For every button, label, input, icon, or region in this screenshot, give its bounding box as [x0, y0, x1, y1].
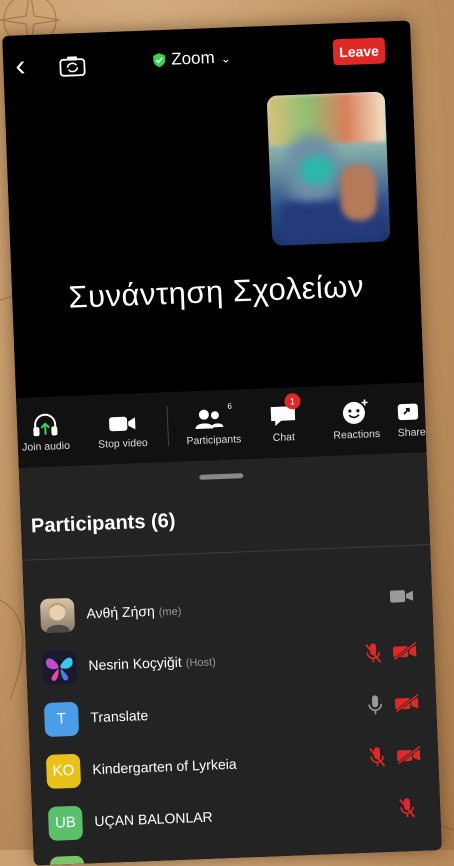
join-audio-button[interactable]: Join audio — [12, 396, 79, 468]
participant-name: Translate — [90, 707, 148, 725]
app-name: Zoom — [170, 48, 216, 69]
switch-camera-icon[interactable] — [59, 55, 86, 78]
leave-button[interactable]: Leave — [332, 37, 386, 66]
participant-tag: (Host) — [185, 656, 216, 670]
avatar: UB — [47, 805, 84, 841]
participant-name-text: Translate — [90, 707, 149, 726]
headphones-icon — [33, 413, 58, 437]
smiley-icon — [342, 399, 368, 424]
participant-name-text: Ανθή Ζήση — [86, 602, 156, 622]
video-off-icon — [395, 693, 419, 713]
avatar: T — [43, 701, 80, 738]
self-video-thumbnail[interactable] — [266, 91, 391, 246]
reactions-button[interactable]: Reactions — [320, 384, 393, 457]
shield-icon — [153, 53, 166, 68]
mic-muted-icon — [365, 643, 382, 663]
phone-screen: ‹ Zoom ⌄ Leave Συνάντηση Σχολείων Join a… — [2, 20, 442, 866]
mic-muted-icon — [369, 747, 386, 767]
participants-label: Participants — [186, 433, 242, 448]
mic-on-icon — [368, 695, 382, 715]
join-audio-label: Join audio — [21, 439, 71, 454]
participants-button[interactable]: 6 Participants — [174, 389, 253, 462]
participant-name: UÇAN BALONLAR — [94, 809, 213, 830]
chat-label: Chat — [272, 431, 296, 445]
meeting-info-dropdown[interactable]: Zoom ⌄ — [153, 47, 231, 70]
video-on-icon — [389, 590, 414, 603]
video-area — [4, 82, 424, 398]
panel-divider — [22, 544, 431, 561]
reactions-label: Reactions — [333, 427, 381, 442]
toolbar-divider — [166, 406, 170, 447]
participant-tag: (me) — [158, 605, 182, 619]
chevron-down-icon: ⌄ — [220, 51, 232, 66]
participant-name: Kindergarten of Lyrkeia — [92, 756, 237, 778]
participant-name-text: UÇAN BALONLAR — [94, 808, 213, 830]
participant-name-text: STAMOU IOANNA-6th KINDERGARTEN OF... — [96, 852, 365, 866]
chat-button[interactable]: Chat — [252, 387, 315, 459]
avatar — [39, 597, 76, 634]
avatar — [41, 649, 78, 686]
participant-name-text: Nesrin Koçyiğit — [88, 653, 183, 674]
back-icon[interactable]: ‹ — [15, 49, 26, 82]
participants-count: 6 — [227, 401, 232, 411]
stop-video-button[interactable]: Stop video — [84, 392, 161, 465]
video-off-icon — [393, 641, 417, 661]
avatar-photo — [46, 602, 71, 633]
share-icon — [397, 403, 419, 421]
video-off-icon — [397, 745, 421, 765]
butterfly-avatar-icon — [45, 657, 73, 681]
avatar: SI — [49, 855, 86, 866]
video-camera-icon — [109, 416, 136, 432]
participants-panel: Participants (6) Ανθή Ζήση (me) Nesrin K… — [18, 452, 442, 866]
participant-name: Nesrin Koçyiğit (Host) — [88, 652, 216, 674]
panel-title: Participants (6) — [30, 509, 176, 538]
panel-drag-handle[interactable] — [199, 473, 244, 480]
participants-icon — [195, 409, 224, 430]
participant-name: STAMOU IOANNA-6th KINDERGARTEN OF... — [96, 853, 365, 866]
mic-muted-icon — [399, 798, 416, 818]
stop-video-label: Stop video — [97, 436, 148, 451]
participant-name: Ανθή Ζήση (me) — [86, 602, 181, 622]
avatar: KO — [45, 753, 82, 789]
participant-name-text: Kindergarten of Lyrkeia — [92, 755, 237, 778]
